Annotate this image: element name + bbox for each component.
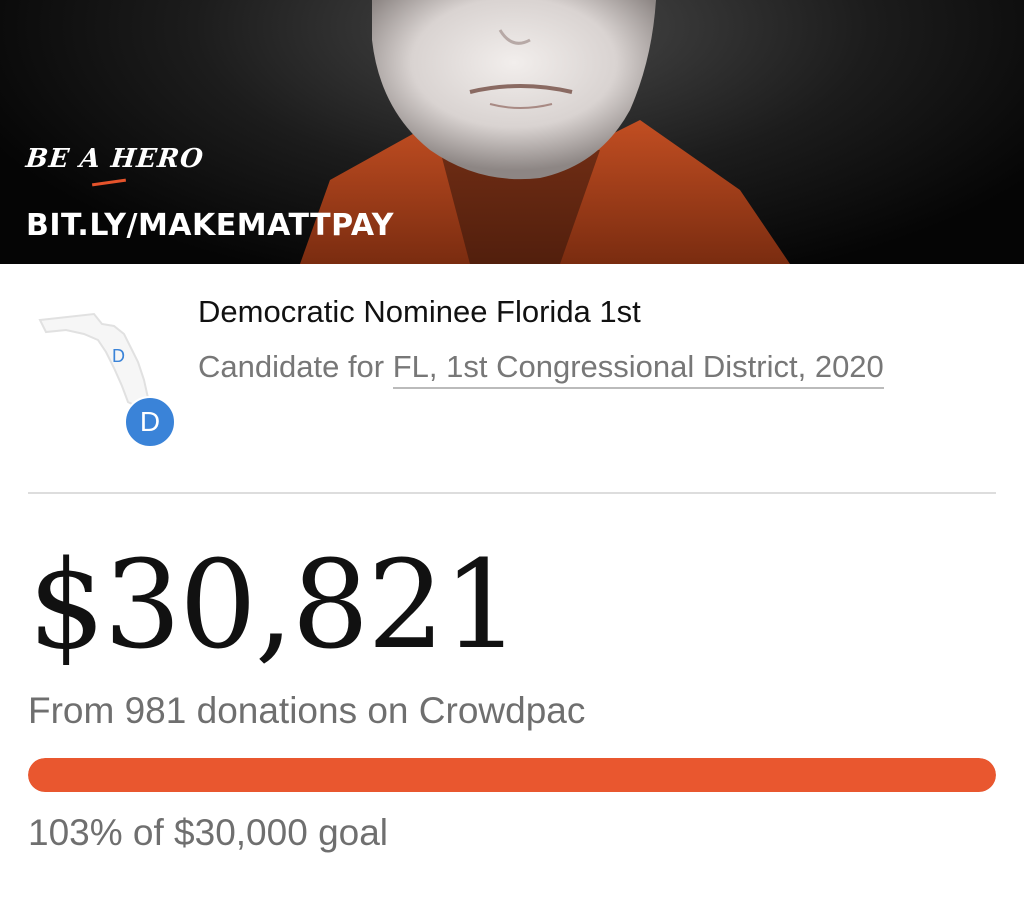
progress-fill bbox=[28, 758, 996, 792]
donations-count: From 981 donations on Crowdpac bbox=[28, 690, 586, 731]
hero-banner: BE A HERO BIT.LY/MAKEMATTPAY bbox=[0, 0, 1024, 264]
progress-bar bbox=[28, 758, 996, 792]
candidate-title: Democratic Nominee Florida 1st bbox=[198, 294, 641, 329]
party-badge: D bbox=[124, 396, 176, 448]
amount-raised: $30,821 bbox=[28, 534, 521, 676]
district-link[interactable]: FL, 1st Congressional District, 2020 bbox=[392, 349, 884, 389]
candidate-subtitle-prefix: Candidate for bbox=[198, 349, 393, 384]
map-district-label: D bbox=[112, 346, 125, 366]
goal-text: 103% of $30,000 goal bbox=[28, 812, 389, 853]
candidate-subtitle: Candidate for FL, 1st Congressional Dist… bbox=[198, 342, 978, 392]
hero-url: BIT.LY/MAKEMATTPAY bbox=[26, 208, 394, 243]
hero-tagline: BE A HERO bbox=[24, 144, 206, 174]
section-divider bbox=[28, 492, 996, 494]
